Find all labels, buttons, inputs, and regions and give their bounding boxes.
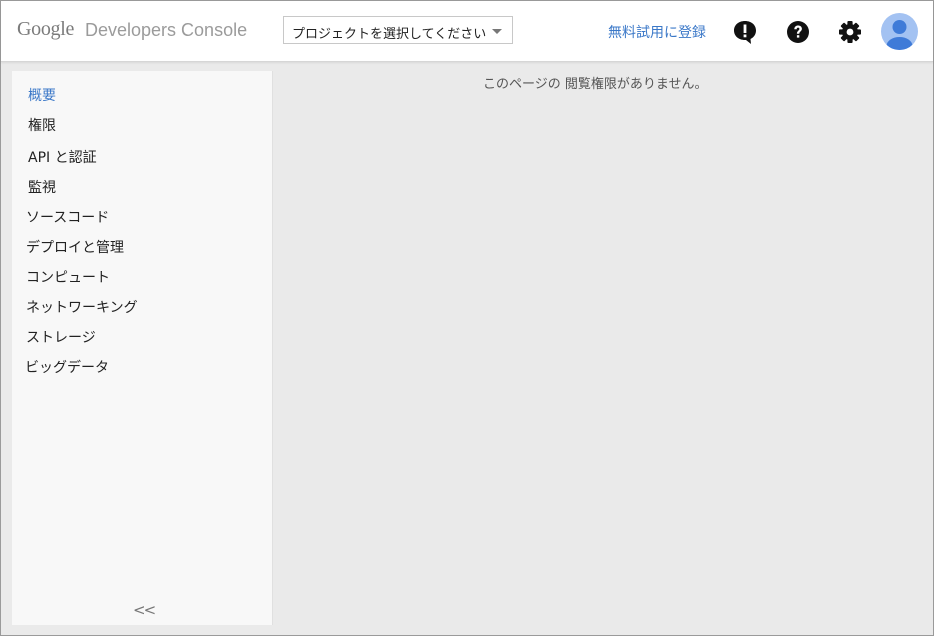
google-logo[interactable]: Google bbox=[17, 18, 74, 41]
sidebar-item-deploy-manage[interactable]: デプロイと管理 bbox=[12, 231, 272, 259]
sidebar-item-label: ビッグデータ bbox=[25, 360, 109, 376]
sidebar-item-overview[interactable]: 概要 bbox=[12, 79, 272, 107]
sidebar-item-source-code[interactable]: ソースコード bbox=[12, 201, 272, 229]
sidebar-item-apis-auth[interactable]: API と認証 bbox=[12, 141, 272, 169]
no-permission-message: このページの 閲覧権限がありません。 bbox=[483, 77, 708, 92]
sidebar-item-label: コンピュート bbox=[26, 270, 110, 286]
product-name[interactable]: Developers Console bbox=[85, 20, 247, 41]
sidebar-item-label: ネットワーキング bbox=[26, 300, 138, 316]
sidebar-item-label: 権限 bbox=[28, 118, 56, 134]
sidebar-item-permissions[interactable]: 権限 bbox=[12, 109, 272, 137]
feedback-icon[interactable] bbox=[732, 19, 758, 45]
sidebar-item-storage[interactable]: ストレージ bbox=[12, 321, 272, 349]
chevron-down-icon bbox=[492, 29, 502, 34]
sidebar-nav: 概要 権限 API と認証 監視 ソースコード デプロイと管理 コンピュート ネ… bbox=[12, 71, 273, 625]
sidebar-item-monitoring[interactable]: 監視 bbox=[12, 171, 272, 199]
sidebar-item-label: ソースコード bbox=[26, 210, 110, 226]
sidebar-item-label: 概要 bbox=[28, 88, 56, 104]
top-bar: Google Developers Console プロジェクトを選択してくださ… bbox=[1, 1, 933, 62]
project-select-dropdown[interactable]: プロジェクトを選択してください bbox=[283, 16, 513, 44]
sidebar-item-label: API と認証 bbox=[28, 150, 97, 166]
free-trial-link[interactable]: 無料試用に登録 bbox=[608, 22, 706, 42]
settings-gear-icon[interactable] bbox=[837, 19, 863, 45]
account-avatar-icon[interactable] bbox=[881, 13, 918, 50]
help-icon[interactable] bbox=[785, 19, 811, 45]
sidebar-item-big-data[interactable]: ビッグデータ bbox=[12, 351, 272, 379]
collapse-sidebar-button[interactable]: << bbox=[133, 601, 156, 619]
sidebar-item-compute[interactable]: コンピュート bbox=[12, 261, 272, 289]
sidebar-item-label: ストレージ bbox=[26, 330, 96, 346]
sidebar-item-label: デプロイと管理 bbox=[26, 240, 124, 256]
project-select-label: プロジェクトを選択してください bbox=[292, 27, 487, 42]
sidebar-item-label: 監視 bbox=[28, 180, 56, 196]
sidebar-item-networking[interactable]: ネットワーキング bbox=[12, 291, 272, 319]
